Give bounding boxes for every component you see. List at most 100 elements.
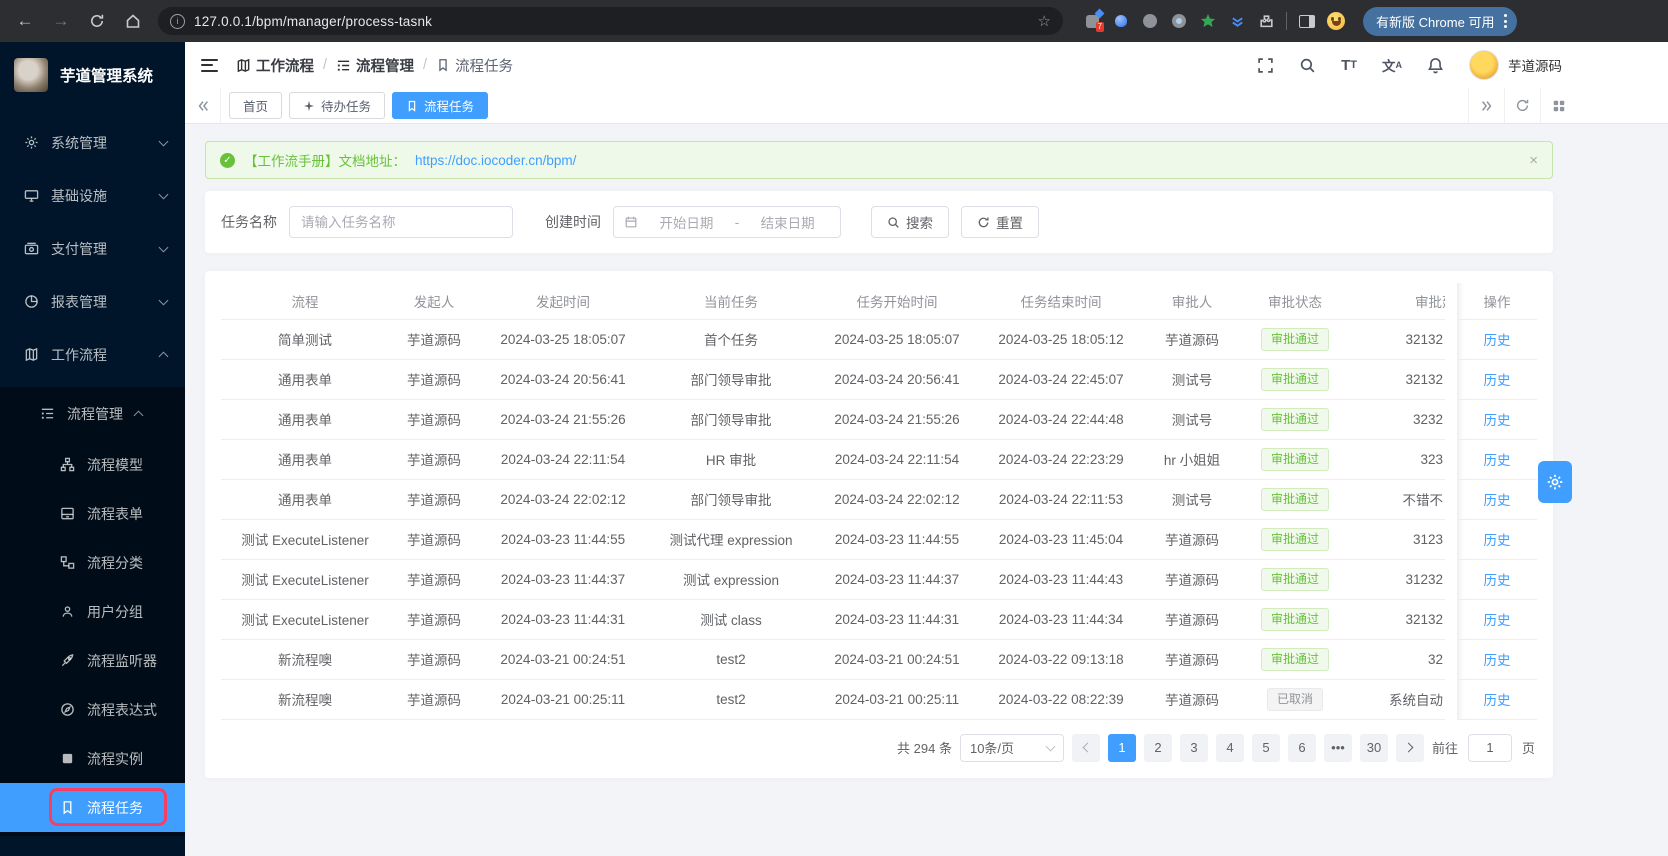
- table-row[interactable]: 测试 ExecuteListener 芋道源码 2024-03-23 11:44…: [221, 519, 1537, 560]
- page-button[interactable]: 2: [1143, 733, 1172, 762]
- browser-menu-icon[interactable]: [1502, 12, 1509, 30]
- sidebar-item-process-model[interactable]: 流程模型: [0, 440, 185, 489]
- extension-icon-5[interactable]: [1199, 12, 1217, 30]
- history-link[interactable]: 历史: [1484, 573, 1511, 588]
- search-button[interactable]: 搜索: [871, 206, 949, 238]
- table-row[interactable]: 通用表单 芋道源码 2024-03-24 21:55:26 部门领导审批 202…: [221, 399, 1537, 440]
- extension-icon-1[interactable]: 7: [1083, 8, 1105, 32]
- sidebar-item-process-form[interactable]: 流程表单: [0, 489, 185, 538]
- doc-link[interactable]: https://doc.iocoder.cn/bpm/: [415, 153, 576, 168]
- table-row[interactable]: 通用表单 芋道源码 2024-03-24 20:56:41 部门领导审批 202…: [221, 359, 1537, 400]
- table-row[interactable]: 测试 ExecuteListener 芋道源码 2024-03-23 11:44…: [221, 559, 1537, 600]
- site-info-icon[interactable]: i: [170, 13, 185, 29]
- sidebar-item-pay[interactable]: 支付管理: [0, 222, 185, 275]
- table-row[interactable]: 测试 ExecuteListener 芋道源码 2024-03-23 11:44…: [221, 599, 1537, 640]
- forward-icon[interactable]: →: [46, 6, 76, 36]
- page-button[interactable]: 6: [1287, 733, 1316, 762]
- page-button[interactable]: 1: [1107, 733, 1136, 762]
- table-row[interactable]: 通用表单 芋道源码 2024-03-24 22:02:12 部门领导审批 202…: [221, 479, 1537, 520]
- close-icon[interactable]: ×: [1529, 152, 1538, 169]
- layout-grid-icon[interactable]: [1540, 88, 1576, 123]
- translate-icon[interactable]: 文A: [1382, 55, 1402, 75]
- cell-actions: 历史: [1457, 519, 1537, 560]
- reset-button[interactable]: 重置: [961, 206, 1039, 238]
- cell-starter: 芋道源码: [389, 639, 479, 680]
- settings-fab[interactable]: [1538, 461, 1572, 503]
- more-pages-button[interactable]: •••: [1323, 733, 1352, 762]
- bookmark-star-icon[interactable]: ☆: [1038, 12, 1051, 30]
- url-bar[interactable]: i 127.0.0.1/bpm/manager/process-tasnk ☆: [158, 7, 1063, 35]
- sidebar-item-process-listener[interactable]: 流程监听器: [0, 636, 185, 685]
- search-icon[interactable]: [1299, 57, 1316, 74]
- tabs-scroll-left-icon[interactable]: [185, 88, 221, 123]
- history-link[interactable]: 历史: [1484, 333, 1511, 348]
- history-link[interactable]: 历史: [1484, 613, 1511, 628]
- user-menu[interactable]: 芋道源码: [1469, 50, 1562, 80]
- tabs-scroll-right-icon[interactable]: [1468, 88, 1504, 123]
- sidebar-item-process-management[interactable]: 流程管理: [0, 387, 185, 440]
- reload-icon[interactable]: [82, 6, 112, 36]
- tab-home[interactable]: 首页: [229, 92, 283, 119]
- history-link[interactable]: 历史: [1484, 653, 1511, 668]
- breadcrumb-process-management[interactable]: 流程管理: [336, 55, 414, 76]
- history-link[interactable]: 历史: [1484, 693, 1511, 708]
- history-link[interactable]: 历史: [1484, 453, 1511, 468]
- table-row[interactable]: 通用表单 芋道源码 2024-03-24 22:11:54 HR 审批 2024…: [221, 439, 1537, 480]
- sidebar-item-user-group[interactable]: 用户分组: [0, 587, 185, 636]
- table-row[interactable]: 新流程噢 芋道源码 2024-03-21 00:25:11 test2 2024…: [221, 679, 1537, 720]
- sidebar-item-process-category[interactable]: 流程分类: [0, 538, 185, 587]
- cell-status: 审批通过: [1241, 519, 1349, 560]
- puzzle-extensions-icon[interactable]: [1257, 12, 1275, 30]
- task-name-input[interactable]: [289, 206, 513, 238]
- sidebar-item-process-expression[interactable]: 流程表达式: [0, 685, 185, 734]
- table-row[interactable]: 简单测试 芋道源码 2024-03-25 18:05:07 首个任务 2024-…: [221, 319, 1537, 360]
- font-size-icon[interactable]: TT: [1341, 57, 1357, 74]
- bell-icon[interactable]: [1427, 57, 1444, 74]
- task-name-label: 任务名称: [221, 214, 277, 230]
- sidebar-item-infra[interactable]: 基础设施: [0, 169, 185, 222]
- breadcrumb-workflow[interactable]: 工作流程: [236, 55, 314, 76]
- extension-icon-3[interactable]: [1141, 12, 1159, 30]
- home-icon[interactable]: [118, 6, 148, 36]
- user-name: 芋道源码: [1508, 59, 1562, 74]
- create-time-range-picker[interactable]: 开始日期 - 结束日期: [613, 206, 841, 238]
- menu-fold-icon[interactable]: [201, 58, 218, 72]
- next-page-button[interactable]: [1395, 733, 1424, 762]
- page-button[interactable]: 3: [1179, 733, 1208, 762]
- sidebar-item-system[interactable]: 系统管理: [0, 116, 185, 169]
- side-panel-icon[interactable]: [1298, 12, 1316, 30]
- history-link[interactable]: 历史: [1484, 493, 1511, 508]
- sidebar-item-process-instance[interactable]: 流程实例: [0, 734, 185, 783]
- category-icon: [60, 555, 75, 570]
- page-button[interactable]: 4: [1215, 733, 1244, 762]
- sidebar-item-report[interactable]: 报表管理: [0, 275, 185, 328]
- prev-page-button[interactable]: [1071, 733, 1100, 762]
- extension-icon-6[interactable]: [1228, 12, 1246, 30]
- cell-start-time: 2024-03-23 11:44:37: [479, 559, 647, 600]
- back-icon[interactable]: ←: [10, 6, 40, 36]
- refresh-page-icon[interactable]: [1504, 88, 1540, 123]
- col-status: 审批状态: [1241, 283, 1349, 320]
- page-size-select[interactable]: 10条/页: [959, 733, 1064, 762]
- fullscreen-icon[interactable]: [1257, 57, 1274, 74]
- cell-task-end: 2024-03-22 08:22:39: [979, 679, 1143, 720]
- last-page-button[interactable]: 30: [1359, 733, 1388, 762]
- sidebar-item-workflow[interactable]: 工作流程: [0, 328, 185, 381]
- app-logo-row[interactable]: 芋道管理系统: [0, 42, 185, 108]
- page-button[interactable]: 5: [1251, 733, 1280, 762]
- start-date-placeholder: 开始日期: [659, 216, 714, 231]
- goto-page-input[interactable]: [1467, 733, 1512, 762]
- extension-icon-4[interactable]: [1170, 12, 1188, 30]
- sidebar-item-process-task[interactable]: 流程任务: [0, 783, 185, 832]
- history-link[interactable]: 历史: [1484, 413, 1511, 428]
- history-link[interactable]: 历史: [1484, 533, 1511, 548]
- table-row[interactable]: 新流程噢 芋道源码 2024-03-21 00:24:51 test2 2024…: [221, 639, 1537, 680]
- bookmark-icon: [60, 800, 75, 815]
- tab-process-task[interactable]: 流程任务: [392, 92, 489, 119]
- profile-avatar-icon[interactable]: [1327, 12, 1345, 30]
- history-link[interactable]: 历史: [1484, 373, 1511, 388]
- pie-chart-icon: [24, 294, 39, 309]
- extension-icon-2[interactable]: [1112, 12, 1130, 30]
- tab-todo-tasks[interactable]: 待办任务: [289, 92, 386, 119]
- chrome-update-button[interactable]: 有新版 Chrome 可用: [1363, 6, 1518, 36]
